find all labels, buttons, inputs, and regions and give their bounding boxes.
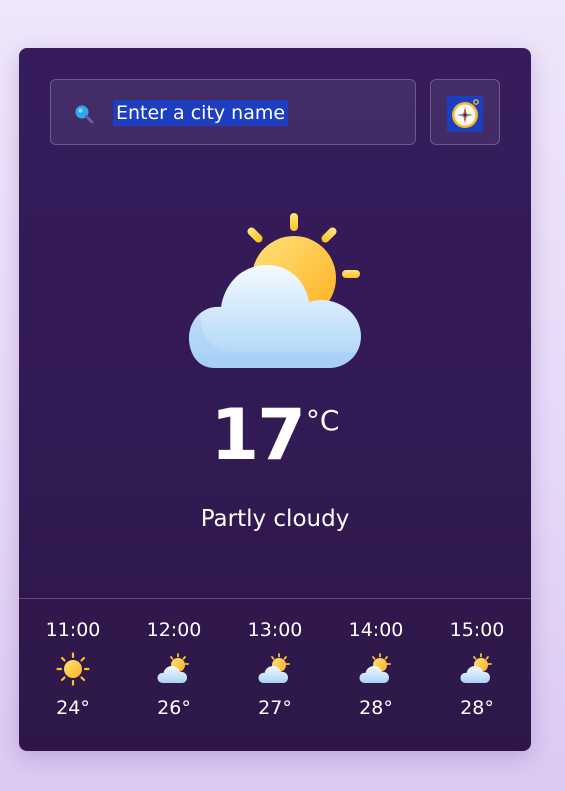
compass-icon: [447, 96, 483, 132]
hourly-forecast: 11:00 24° 12:00 26° 13:00 27° 14:00 28° …: [19, 618, 531, 728]
sun-icon: [56, 652, 90, 686]
partly-cloudy-icon: [460, 653, 492, 683]
weather-card: Enter a city name 17°C Partly cloudy: [19, 48, 531, 751]
hourly-item: 12:00 26°: [124, 618, 224, 728]
hour-temperature: 27°: [258, 697, 292, 719]
search-box[interactable]: Enter a city name: [50, 79, 416, 145]
partly-cloudy-icon: [189, 213, 361, 368]
hourly-item: 13:00 27°: [225, 618, 325, 728]
search-icon: [75, 105, 94, 124]
hour-time: 11:00: [45, 619, 101, 641]
hour-temperature: 26°: [157, 697, 191, 719]
hourly-item: 14:00 28°: [326, 618, 426, 728]
hour-time: 15:00: [449, 619, 505, 641]
partly-cloudy-icon: [258, 653, 290, 683]
hourly-item: 11:00 24°: [23, 618, 123, 728]
search-input[interactable]: [113, 100, 403, 126]
divider: [19, 598, 531, 599]
temperature-value: 17: [210, 394, 306, 476]
hour-time: 13:00: [247, 619, 303, 641]
hourly-item: 15:00 28°: [427, 618, 527, 728]
weather-condition: Partly cloudy: [200, 506, 350, 532]
hour-time: 14:00: [348, 619, 404, 641]
locate-button[interactable]: [430, 79, 500, 145]
partly-cloudy-icon: [359, 653, 391, 683]
temperature-unit: °C: [305, 404, 340, 437]
hour-time: 12:00: [146, 619, 202, 641]
hour-temperature: 24°: [56, 697, 90, 719]
current-temperature: 17°C: [19, 400, 531, 470]
hour-temperature: 28°: [359, 697, 393, 719]
hour-temperature: 28°: [460, 697, 494, 719]
partly-cloudy-icon: [157, 653, 189, 683]
